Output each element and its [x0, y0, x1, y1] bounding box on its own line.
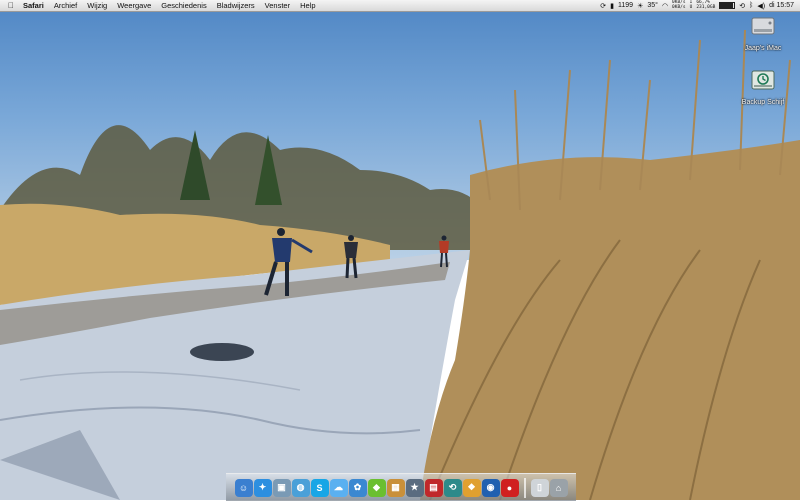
finder-icon[interactable]: ☺: [234, 478, 253, 497]
menu-clock[interactable]: di 15:57: [769, 2, 794, 9]
desktop-icon-imac[interactable]: Jaap's iMac: [733, 14, 793, 52]
network-stats[interactable]: 0KB/s 0KB/s: [672, 0, 686, 10]
time-machine-icon[interactable]: ⟲: [443, 478, 462, 497]
safari-icon[interactable]: ✦: [253, 478, 272, 497]
disk-stat: 231,0GB: [696, 4, 716, 10]
app-green-icon[interactable]: ◆: [367, 478, 386, 497]
menu-wijzig[interactable]: Wijzig: [82, 1, 112, 10]
photo-app-icon[interactable]: ▦: [386, 478, 405, 497]
hard-drive-icon: [751, 17, 775, 35]
menu-extras: ⟳ ▮ 1199 ☀ 35° ◠ 0KB/s 0KB/s I U 66,7% 2…: [600, 0, 800, 10]
menu-help[interactable]: Help: [295, 1, 320, 10]
menu-archief[interactable]: Archief: [49, 1, 82, 10]
iphoto-icon[interactable]: ✿: [348, 478, 367, 497]
network-icon[interactable]: ◍: [291, 478, 310, 497]
signal-value: 1199: [618, 2, 634, 9]
blue-globe-icon[interactable]: ◉: [481, 478, 500, 497]
signal-icon[interactable]: ▮: [610, 2, 614, 10]
menu-weergave[interactable]: Weergave: [112, 1, 156, 10]
battery-level: [720, 3, 733, 8]
desktop-icon-label: Backup Schijf: [741, 99, 785, 106]
photobooth-icon[interactable]: ▤: [424, 478, 443, 497]
time-machine-drive-icon: [751, 70, 775, 90]
sync-icon[interactable]: ❖: [462, 478, 481, 497]
menu-venster[interactable]: Venster: [260, 1, 295, 10]
disk-stats[interactable]: 66,7% 231,0GB: [696, 0, 716, 10]
desktop-icon-label: Jaap's iMac: [744, 45, 782, 52]
imovie-icon[interactable]: ★: [405, 478, 424, 497]
desktop-icon-backup[interactable]: Backup Schijf: [733, 68, 793, 106]
dock: ☺ ✦ ▣ ◍ S ☁ ✿ ◆ ▦ ★ ▤ ⟲ ❖ ◉ ● ▯ ⌂: [226, 473, 576, 501]
skype-icon[interactable]: S: [310, 478, 329, 497]
bluetooth-icon[interactable]: ᛒ: [749, 2, 753, 9]
volume-icon[interactable]: ◀): [757, 2, 765, 10]
wallpaper-landscape: [0, 29, 800, 500]
wifi-icon[interactable]: ◠: [662, 2, 668, 10]
record-icon[interactable]: ●: [500, 478, 519, 497]
weather-icon[interactable]: ☀: [637, 2, 643, 10]
temperature-value: 35°: [647, 2, 658, 9]
network-stat: 0KB/s: [672, 4, 686, 10]
ichat-icon[interactable]: ☁: [329, 478, 348, 497]
menu-geschiedenis[interactable]: Geschiedenis: [156, 1, 211, 10]
documents-stack-icon[interactable]: ▯: [530, 478, 549, 497]
battery-icon[interactable]: [719, 2, 736, 9]
dock-separator: [523, 477, 526, 498]
disk-stat-labels[interactable]: I U: [689, 0, 693, 10]
preview-icon[interactable]: ▣: [272, 478, 291, 497]
desktop-wallpaper: [0, 0, 800, 500]
time-machine-menu-icon[interactable]: ⟲: [739, 2, 745, 10]
menu-bar:  Safari Archief Wijzig Weergave Geschie…: [0, 0, 800, 12]
sync-status-icon[interactable]: ⟳: [600, 2, 606, 10]
menu-bladwijzers[interactable]: Bladwijzers: [212, 1, 260, 10]
apple-menu-icon[interactable]: : [4, 1, 18, 10]
disk-stat-label: U: [689, 4, 693, 10]
trash-icon[interactable]: ⌂: [549, 478, 568, 497]
menu-app-safari[interactable]: Safari: [18, 1, 49, 10]
